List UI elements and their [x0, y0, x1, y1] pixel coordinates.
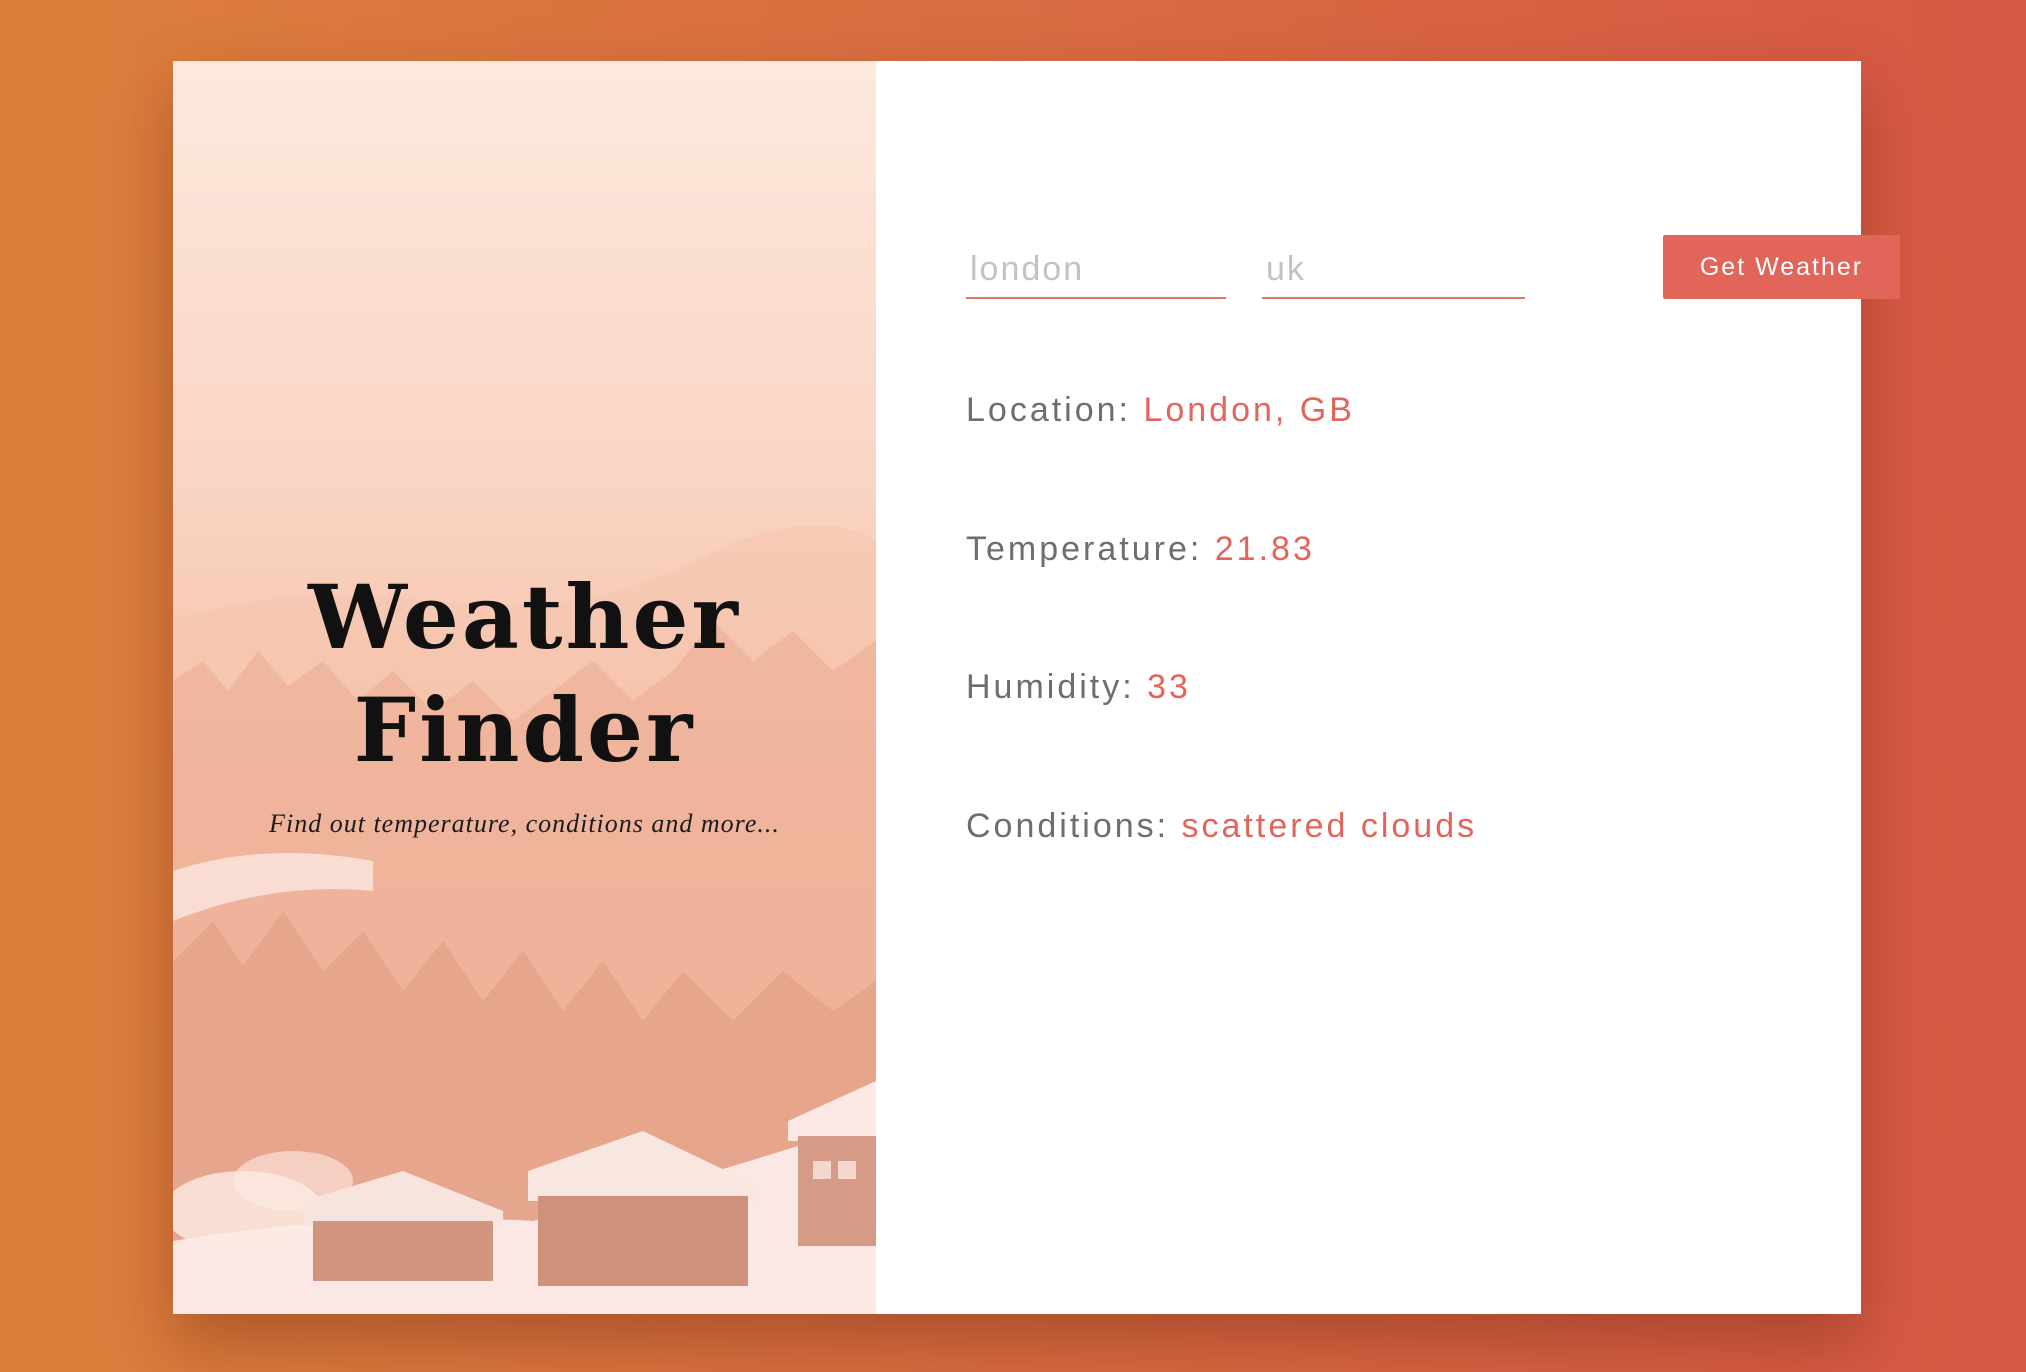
temperature-value: 21.83: [1214, 530, 1315, 568]
weather-panel: Get Weather Location: London, GB Tempera…: [876, 61, 1900, 1314]
temperature-label: Temperature:: [966, 530, 1215, 568]
city-input[interactable]: [966, 241, 1226, 299]
get-weather-button[interactable]: Get Weather: [1663, 235, 1900, 299]
app-title-line-2: Finder: [353, 678, 696, 782]
temperature-row: Temperature: 21.83: [966, 530, 1315, 569]
app-title-line-1: Weather: [308, 565, 741, 669]
humidity-value: 33: [1147, 668, 1191, 706]
humidity-row: Humidity: 33: [966, 668, 1191, 707]
location-value: London, GB: [1143, 391, 1355, 429]
weather-card: Weather Finder Find out temperature, con…: [173, 61, 1900, 1314]
location-label: Location:: [966, 391, 1144, 429]
conditions-row: Conditions: scattered clouds: [966, 807, 1477, 846]
app-subtitle: Find out temperature, conditions and mor…: [269, 809, 780, 838]
location-row: Location: London, GB: [966, 391, 1355, 430]
conditions-value: scattered clouds: [1181, 807, 1478, 845]
hero-panel: Weather Finder Find out temperature, con…: [173, 61, 876, 1314]
humidity-label: Humidity:: [966, 668, 1148, 706]
hero-text: Weather Finder Find out temperature, con…: [173, 561, 876, 839]
country-input[interactable]: [1262, 241, 1525, 299]
conditions-label: Conditions:: [966, 807, 1182, 845]
app-title: Weather Finder: [173, 561, 876, 787]
